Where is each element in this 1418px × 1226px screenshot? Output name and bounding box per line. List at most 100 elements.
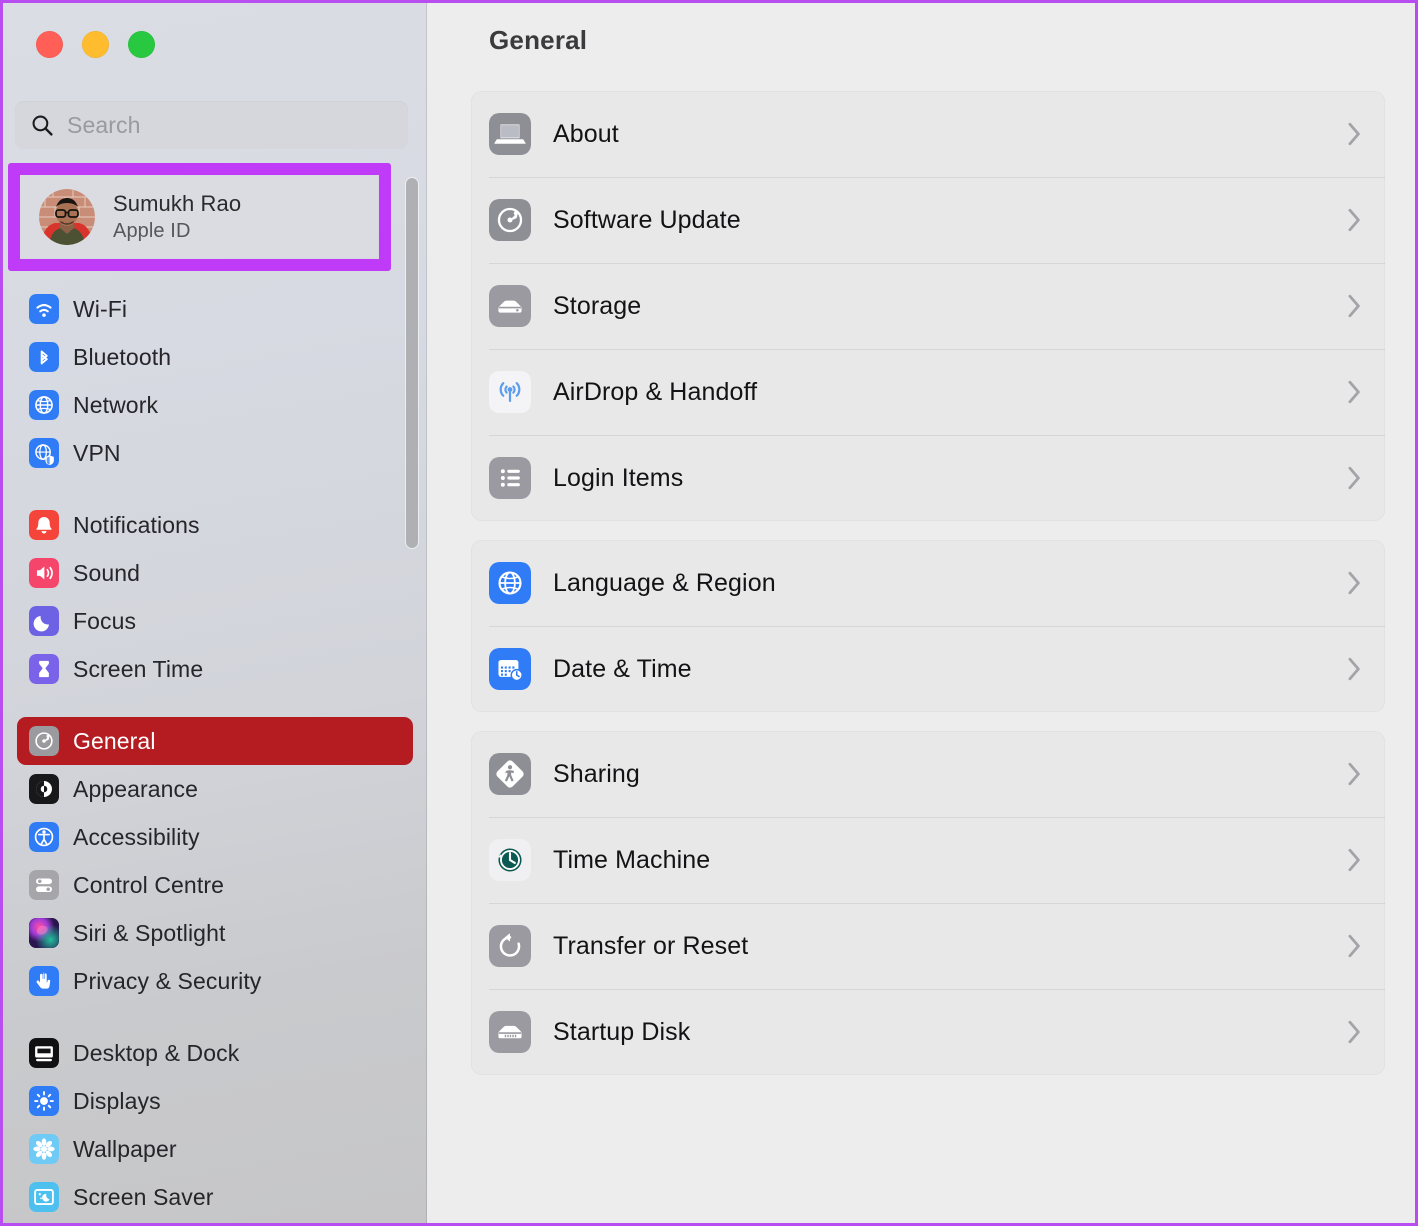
settings-row-startup-disk[interactable]: Startup Disk <box>471 989 1385 1075</box>
chevron-right-icon <box>1346 933 1363 959</box>
sidebar-item-label: Screen Time <box>73 655 204 682</box>
sidebar-item-label: Displays <box>73 1087 161 1114</box>
sidebar-scrollbar[interactable] <box>406 178 418 548</box>
settings-row-time-machine[interactable]: Time Machine <box>471 817 1385 903</box>
sidebar-item-displays[interactable]: Displays <box>17 1077 413 1125</box>
settings-row-software-update[interactable]: Software Update <box>471 177 1385 263</box>
close-button[interactable] <box>36 31 63 58</box>
sidebar-item-screen-saver[interactable]: Screen Saver <box>17 1173 413 1221</box>
settings-row-storage[interactable]: Storage <box>471 263 1385 349</box>
sidebar-item-label: Wi-Fi <box>73 295 128 322</box>
software-update-icon <box>489 199 531 241</box>
settings-row-sharing[interactable]: Sharing <box>471 731 1385 817</box>
sidebar-item-focus[interactable]: Focus <box>17 597 413 645</box>
screen-time-icon <box>29 654 59 684</box>
sidebar-item-wallpaper[interactable]: Wallpaper <box>17 1125 413 1173</box>
settings-row-label: About <box>553 119 619 148</box>
settings-row-label: Date & Time <box>553 654 692 683</box>
settings-row-date-time[interactable]: Date & Time <box>471 626 1385 712</box>
focus-icon <box>29 606 59 636</box>
sidebar-nav-list: Wi-Fi Bluetooth Network VPN Notifications Sou… <box>3 285 427 1223</box>
chevron-right-icon <box>1348 762 1360 786</box>
main-content: General About Software Update Storage AirDr… <box>427 3 1415 1223</box>
sidebar-item-siri-spotlight[interactable]: Siri & Spotlight <box>17 909 413 957</box>
appearance-icon <box>29 774 59 804</box>
settings-row-label: Transfer or Reset <box>553 931 749 960</box>
screen-saver-icon <box>29 1182 59 1212</box>
settings-row-login-items[interactable]: Login Items <box>471 435 1385 521</box>
sidebar-item-notifications[interactable]: Notifications <box>17 501 413 549</box>
settings-row-about[interactable]: About <box>471 91 1385 177</box>
sidebar-item-general[interactable]: General <box>17 717 413 765</box>
chevron-right-icon <box>1346 761 1363 787</box>
system-settings-window: Search Sumukh Rao Apple ID Wi-Fi Bluetoo… <box>0 0 1418 1226</box>
sidebar-item-label: Privacy & Security <box>73 967 262 994</box>
sidebar-item-label: Notifications <box>73 511 200 538</box>
minimize-button[interactable] <box>82 31 109 58</box>
settings-groups: About Software Update Storage AirDrop & Han… <box>471 91 1385 1094</box>
sidebar-item-label: Sound <box>73 559 141 586</box>
chevron-right-icon <box>1346 293 1363 319</box>
chevron-right-icon <box>1348 208 1360 232</box>
sidebar-item-accessibility[interactable]: Accessibility <box>17 813 413 861</box>
settings-row-label: Language & Region <box>553 568 776 597</box>
sidebar-item-label: Network <box>73 391 159 418</box>
sidebar: Search Sumukh Rao Apple ID Wi-Fi Bluetoo… <box>3 3 427 1223</box>
settings-row-label: Time Machine <box>553 845 711 874</box>
settings-card: Language & Region Date & Time <box>471 540 1385 712</box>
chevron-right-icon <box>1346 570 1363 596</box>
sidebar-group: General Appearance Accessibility Control Ce… <box>3 717 427 1005</box>
settings-card: Sharing Time Machine Transfer or Reset Star… <box>471 731 1385 1075</box>
network-icon <box>29 390 59 420</box>
sidebar-item-privacy-security[interactable]: Privacy & Security <box>17 957 413 1005</box>
about-icon <box>489 113 531 155</box>
chevron-right-icon <box>1346 207 1363 233</box>
settings-row-label: Startup Disk <box>553 1017 691 1046</box>
desktop-dock-icon <box>29 1038 59 1068</box>
chevron-right-icon <box>1346 121 1363 147</box>
sidebar-item-appearance[interactable]: Appearance <box>17 765 413 813</box>
vpn-icon <box>29 438 59 468</box>
sidebar-item-label: Bluetooth <box>73 343 172 370</box>
sidebar-group: Notifications Sound Focus Screen Time <box>3 501 427 693</box>
avatar <box>39 189 95 245</box>
sidebar-item-label: Appearance <box>73 775 199 802</box>
storage-icon <box>489 285 531 327</box>
search-input[interactable]: Search <box>15 101 408 149</box>
startup-disk-icon <box>489 1011 531 1053</box>
settings-row-label: Software Update <box>553 205 741 234</box>
sidebar-item-apple-id[interactable]: Sumukh Rao Apple ID <box>22 177 377 257</box>
window-controls <box>36 31 155 58</box>
general-icon <box>29 726 59 756</box>
sidebar-item-network[interactable]: Network <box>17 381 413 429</box>
account-subtitle: Apple ID <box>113 220 191 242</box>
sidebar-item-screen-time[interactable]: Screen Time <box>17 645 413 693</box>
accessibility-icon <box>29 822 59 852</box>
settings-row-language-region[interactable]: Language & Region <box>471 540 1385 626</box>
chevron-right-icon <box>1346 847 1363 873</box>
search-icon <box>30 113 55 138</box>
sidebar-item-control-centre[interactable]: Control Centre <box>17 861 413 909</box>
bluetooth-icon <box>29 342 59 372</box>
sidebar-group: Wi-Fi Bluetooth Network VPN <box>3 285 427 477</box>
zoom-button[interactable] <box>128 31 155 58</box>
wifi-icon <box>29 294 59 324</box>
chevron-right-icon <box>1348 571 1360 595</box>
sidebar-item-wi-fi[interactable]: Wi-Fi <box>17 285 413 333</box>
chevron-right-icon <box>1348 657 1360 681</box>
sidebar-item-vpn[interactable]: VPN <box>17 429 413 477</box>
sidebar-item-sound[interactable]: Sound <box>17 549 413 597</box>
chevron-right-icon <box>1348 294 1360 318</box>
sidebar-item-bluetooth[interactable]: Bluetooth <box>17 333 413 381</box>
chevron-right-icon <box>1348 466 1360 490</box>
chevron-right-icon <box>1348 380 1360 404</box>
login-items-icon <box>489 457 531 499</box>
sidebar-item-desktop-dock[interactable]: Desktop & Dock <box>17 1029 413 1077</box>
sidebar-item-label: Desktop & Dock <box>73 1039 240 1066</box>
settings-row-transfer-or-reset[interactable]: Transfer or Reset <box>471 903 1385 989</box>
settings-row-airdrop-handoff[interactable]: AirDrop & Handoff <box>471 349 1385 435</box>
chevron-right-icon <box>1346 379 1363 405</box>
sidebar-item-label: Screen Saver <box>73 1183 214 1210</box>
sidebar-item-label: Control Centre <box>73 871 224 898</box>
account-name: Sumukh Rao <box>113 191 242 216</box>
